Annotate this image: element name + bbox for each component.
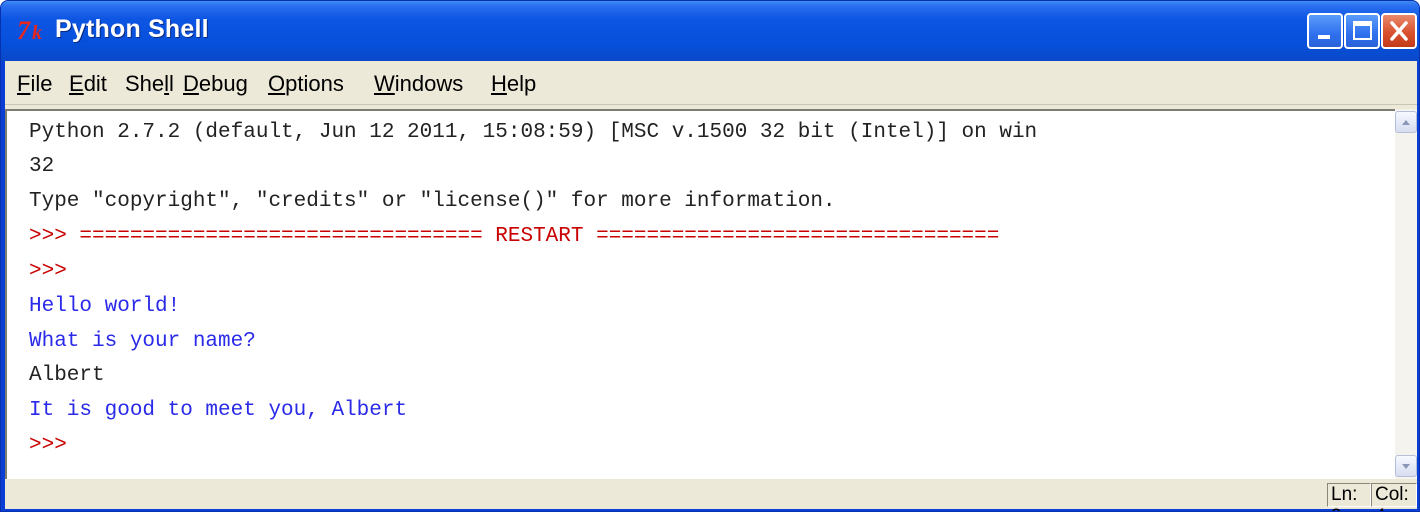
maximize-icon [1353, 21, 1372, 40]
column-number-indicator: Col: 4 [1371, 483, 1417, 511]
svg-text:k: k [32, 22, 42, 44]
svg-text:7: 7 [17, 16, 31, 45]
scroll-up-button[interactable] [1395, 111, 1417, 133]
arrow-down-icon [1402, 464, 1410, 469]
client-area: Python 2.7.2 (default, Jun 12 2011, 15:0… [5, 105, 1417, 511]
maximize-button[interactable] [1344, 13, 1380, 49]
banner-line: Python 2.7.2 (default, Jun 12 2011, 15:0… [29, 121, 1038, 144]
output-line: Hello world! [29, 295, 181, 318]
menu-debug[interactable]: Debug [183, 71, 248, 97]
menu-options[interactable]: Options [268, 71, 344, 97]
minimize-button[interactable] [1307, 13, 1343, 49]
prompt-line: >>> [29, 260, 67, 283]
close-button[interactable] [1381, 13, 1417, 49]
status-bar: Ln: 9 Col: 4 [5, 479, 1417, 511]
shell-text-area[interactable]: Python 2.7.2 (default, Jun 12 2011, 15:0… [5, 109, 1395, 479]
vertical-scrollbar[interactable] [1395, 109, 1417, 479]
active-prompt-line: >>> [29, 434, 67, 457]
python-shell-window: 7 k Python Shell File Edit Shell Debug O… [0, 0, 1420, 512]
window-title: Python Shell [55, 15, 209, 43]
menu-windows[interactable]: Windows [374, 71, 463, 97]
input-line: Albert [29, 364, 105, 387]
output-line: What is your name? [29, 330, 256, 353]
scroll-down-button[interactable] [1395, 455, 1417, 477]
minimize-icon [1318, 35, 1330, 39]
close-icon [1390, 21, 1408, 41]
restart-line: >>> ================================ RES… [29, 225, 1000, 248]
menu-bar: File Edit Shell Debug Options Windows He… [5, 61, 1417, 105]
output-line: It is good to meet you, Albert [29, 399, 408, 422]
banner-line-wrap: 32 [29, 155, 55, 178]
menu-edit[interactable]: Edit [69, 71, 107, 97]
menu-help[interactable]: Help [491, 71, 536, 97]
title-bar[interactable]: 7 k Python Shell [1, 1, 1419, 61]
menu-shell[interactable]: Shell [125, 71, 174, 97]
tk-logo-icon: 7 k [17, 16, 42, 45]
menu-file[interactable]: File [17, 71, 52, 97]
line-number-indicator: Ln: 9 [1327, 483, 1371, 511]
arrow-up-icon [1402, 120, 1410, 125]
info-line: Type "copyright", "credits" or "license(… [29, 190, 836, 213]
